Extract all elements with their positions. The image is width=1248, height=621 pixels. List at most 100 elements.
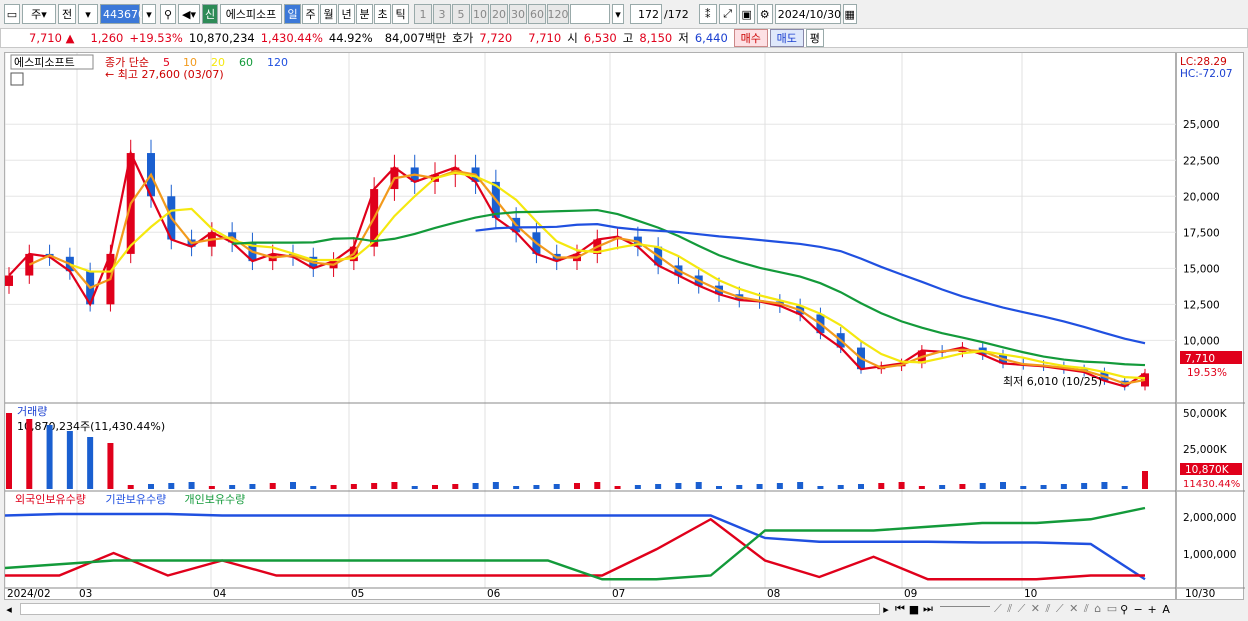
volume-bar [371, 483, 378, 489]
quote-bar: 7,710 ▲ 1,260 +19.53% 10,870,234 1,430.4… [0, 28, 1248, 48]
volume-last: 10,870K [1185, 464, 1230, 476]
interval-button-7[interactable]: 120 [547, 4, 569, 24]
volume-bar [533, 485, 540, 489]
blank-field[interactable] [570, 4, 610, 24]
zoom-slider[interactable] [940, 606, 990, 612]
period-buttons: 일주월년분초틱 [284, 4, 410, 24]
interval-button-0[interactable]: 1 [414, 4, 432, 24]
period-button-3[interactable]: 년 [338, 4, 355, 24]
price-chart[interactable]: 2024/02 03 04 05 06 07 08 09 10에스피소프트 종가 단순 5 10 20 6… [4, 53, 1177, 601]
menu-icon[interactable]: ▾ [78, 4, 98, 24]
buy-button[interactable]: 매수 [733, 29, 768, 47]
window-icon[interactable]: ▭ [4, 4, 20, 24]
volume-bar [695, 482, 702, 489]
volume-bar [797, 482, 804, 489]
eval-button[interactable]: 평 [805, 29, 824, 47]
gear-icon[interactable]: ⚙ [756, 4, 773, 24]
interval-button-2[interactable]: 5 [452, 4, 470, 24]
scroll-right-icon[interactable]: ▸ [880, 602, 892, 616]
volume-bar [148, 484, 154, 489]
volume: 10,870,234 [188, 31, 255, 45]
count-input[interactable]: 172 [630, 4, 662, 24]
volume-bar [898, 482, 905, 489]
interval-button-3[interactable]: 10 [471, 4, 489, 24]
volume-bar [837, 485, 844, 489]
volume-bar [87, 437, 94, 489]
volume-bar [107, 443, 114, 489]
blank-dropdown-icon[interactable]: ▾ [612, 4, 624, 24]
indicator-icon[interactable]: ⁑ [698, 4, 717, 24]
holding-title-2: 개인보유수량 [185, 493, 246, 506]
legend-ma-120: 120 [267, 56, 288, 69]
toolbar: ▭ 주 ▾ 전 ▾ 443670 ▾ ⚲ ◀▾ 신 에스피소프 일주월년분초틱 1… [0, 3, 1248, 25]
low-note: 최저 6,010 (10/25) [1003, 375, 1102, 388]
rewind-icon[interactable]: ⏮ [894, 602, 906, 616]
zoom-in-icon[interactable]: + [1146, 602, 1158, 616]
stock-code-input[interactable]: 443670 [100, 4, 145, 24]
low-label: 저 [678, 31, 689, 45]
volume-bar [66, 431, 73, 489]
interval-button-1[interactable]: 3 [433, 4, 451, 24]
horizontal-scrollbar[interactable] [20, 603, 880, 615]
type-select[interactable]: 주 ▾ [22, 4, 56, 24]
volume-bar [716, 486, 722, 489]
prefix-button[interactable]: 전 [58, 4, 76, 24]
interval-button-4[interactable]: 20 [490, 4, 508, 24]
volume-bar [1142, 471, 1148, 489]
volume-bar [736, 485, 743, 489]
period-button-0[interactable]: 일 [284, 4, 301, 24]
open-price: 6,530 [583, 31, 617, 45]
volume-tick: 25,000K [1183, 444, 1228, 456]
search-icon[interactable]: ⚲ [160, 4, 176, 24]
volume-bar [168, 483, 175, 489]
volume-bar [208, 486, 215, 489]
period-button-1[interactable]: 주 [302, 4, 319, 24]
holding-title-0: 외국인보유수량 [15, 493, 86, 506]
price-tick: 10,000 [1183, 335, 1220, 347]
volume-bar [878, 483, 885, 489]
volume-bar [959, 484, 966, 489]
stop-icon[interactable]: ■ [908, 602, 920, 616]
volume-bar [290, 482, 296, 489]
interval-buttons: 1 3 5 10 20 30 60 120 [414, 4, 570, 24]
bottom-toolbar: ◂ ▸ ⏮ ■ ⏭ ⟋ ⫽ ⟋ ✕ ⫽ ⟋ ✕ ⫽ ⌂ ▭ ⚲ − + A [0, 600, 1248, 618]
font-size-icon[interactable]: A [1160, 602, 1172, 616]
volume-bar [1101, 482, 1108, 489]
scale-axis: 25,000 22,500 20,000 17,500 15,000 12,500 10,0… [1177, 56, 1245, 600]
volume-bar [432, 485, 438, 489]
draw-icon[interactable]: ⤢ [718, 4, 737, 24]
lc-label: LC:28.29 [1180, 56, 1227, 68]
scroll-left-icon[interactable]: ◂ [4, 602, 14, 616]
speaker-icon[interactable]: ◀▾ [178, 4, 200, 24]
sell-button[interactable]: 매도 [769, 29, 804, 47]
zoom-icon[interactable]: ⚲ [1118, 602, 1130, 616]
zoom-out-icon[interactable]: − [1132, 602, 1144, 616]
interval-button-5[interactable]: 30 [509, 4, 527, 24]
volume-bar [553, 484, 560, 489]
period-button-5[interactable]: 초 [374, 4, 391, 24]
change-pct: +19.53% [129, 31, 183, 45]
price-tick: 17,500 [1183, 227, 1220, 239]
save-icon[interactable]: ▣ [738, 4, 755, 24]
period-button-6[interactable]: 틱 [392, 4, 409, 24]
code-dropdown-icon[interactable]: ▾ [142, 4, 156, 24]
calendar-icon[interactable]: ▦ [842, 4, 857, 24]
date-input[interactable]: 2024/10/30 [774, 4, 841, 24]
period-button-2[interactable]: 월 [320, 4, 337, 24]
hc-label: HC:-72.07 [1180, 68, 1233, 80]
drawing-tools[interactable]: ⟋ ⫽ ⟋ ✕ ⫽ ⟋ ✕ ⫽ ⌂ ▭ [994, 602, 1118, 616]
high-note: ← 최고 27,600 (03/07) [105, 68, 224, 81]
volume-bar [1060, 484, 1067, 489]
forward-icon[interactable]: ⏭ [922, 602, 934, 616]
month-label: 08 [767, 588, 780, 600]
volume-bar [614, 486, 621, 489]
period-button-4[interactable]: 분 [356, 4, 373, 24]
volume-bar [411, 486, 418, 489]
volume-bar [249, 484, 256, 489]
chart-area[interactable]: 2024/02 03 04 05 06 07 08 09 10 에스피소프트 종가 단순 5 10 20 6… [4, 52, 1177, 601]
interval-button-6[interactable]: 60 [528, 4, 546, 24]
high-price: 8,150 [639, 31, 673, 45]
volume-bar [1081, 483, 1088, 489]
volume-bar [391, 482, 398, 489]
type-select-label: 주 [31, 8, 42, 21]
